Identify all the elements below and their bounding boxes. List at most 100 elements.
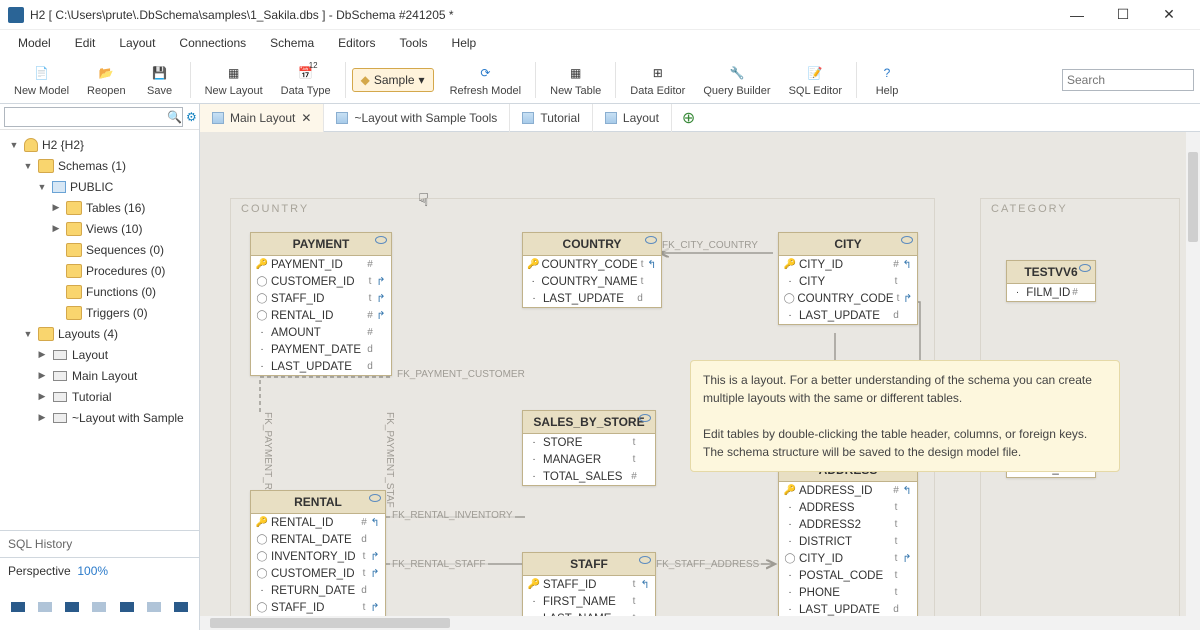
eye-icon[interactable] xyxy=(1079,264,1091,272)
tab-layout[interactable]: Layout xyxy=(593,104,672,132)
tree-tables[interactable]: ▶Tables (16) xyxy=(0,197,199,218)
eye-icon[interactable] xyxy=(369,494,381,502)
data-editor-button[interactable]: ⊞Data Editor xyxy=(622,61,693,99)
table-column[interactable]: ·MANAGERt xyxy=(523,451,655,468)
menu-layout[interactable]: Layout xyxy=(109,32,165,54)
tree-db[interactable]: ▼H2 {H2} xyxy=(0,134,199,155)
table-header[interactable]: RENTAL xyxy=(251,491,385,514)
menu-tools[interactable]: Tools xyxy=(390,32,438,54)
table-payment[interactable]: PAYMENT🔑PAYMENT_ID#◯CUSTOMER_IDt↱◯STAFF_… xyxy=(250,232,392,376)
table-column[interactable]: ·POSTAL_CODEt xyxy=(779,567,917,584)
table-sales-by-store[interactable]: SALES_BY_STORE·STOREt·MANAGERt·TOTAL_SAL… xyxy=(522,410,656,486)
tree-layout-item[interactable]: ▶~Layout with Sample xyxy=(0,407,199,428)
table-column[interactable]: ◯CUSTOMER_IDt↱ xyxy=(251,273,391,290)
search-input[interactable] xyxy=(1062,69,1194,91)
table-column[interactable]: ·LAST_UPDATEd xyxy=(251,358,391,375)
table-column[interactable]: 🔑STAFF_IDt↰ xyxy=(523,576,655,593)
save-button[interactable]: 💾Save xyxy=(136,61,184,99)
eye-icon[interactable] xyxy=(901,236,913,244)
menu-editors[interactable]: Editors xyxy=(328,32,385,54)
sql-history-panel[interactable]: SQL History xyxy=(0,530,199,557)
table-column[interactable]: ·RETURN_DATEd xyxy=(251,582,385,599)
table-column[interactable]: ·AMOUNT# xyxy=(251,324,391,341)
table-header[interactable]: STAFF xyxy=(523,553,655,576)
table-header[interactable]: COUNTRY xyxy=(523,233,661,256)
table-column[interactable]: ◯STAFF_IDt↱ xyxy=(251,290,391,307)
table-column[interactable]: ·PAYMENT_DATEd xyxy=(251,341,391,358)
maximize-button[interactable]: ☐ xyxy=(1100,0,1146,30)
table-column[interactable]: 🔑RENTAL_ID#↰ xyxy=(251,514,385,531)
table-testvv6[interactable]: TESTVV6·FILM_ID# xyxy=(1006,260,1096,302)
table-header[interactable]: TESTVV6 xyxy=(1007,261,1095,284)
add-tab-button[interactable]: ⊕ xyxy=(672,108,705,128)
table-column[interactable]: ◯STAFF_IDt↱ xyxy=(251,599,385,616)
vertical-scrollbar[interactable] xyxy=(1186,132,1200,630)
table-column[interactable]: ·LAST_UPDATEd xyxy=(523,290,661,307)
query-builder-button[interactable]: 🔧Query Builder xyxy=(695,61,778,99)
table-city[interactable]: CITY🔑CITY_ID#↰·CITYt◯COUNTRY_CODEt↱·LAST… xyxy=(778,232,918,325)
horizontal-scrollbar[interactable] xyxy=(200,616,1186,630)
tab-tutorial[interactable]: Tutorial xyxy=(510,104,593,132)
table-column[interactable]: ◯CUSTOMER_IDt↱ xyxy=(251,565,385,582)
new-table-button[interactable]: ▦New Table xyxy=(542,61,609,99)
minimap[interactable] xyxy=(0,584,199,630)
eye-icon[interactable] xyxy=(639,414,651,422)
tree-sequences[interactable]: Sequences (0) xyxy=(0,239,199,260)
table-column[interactable]: ·CITYt xyxy=(779,273,917,290)
refresh-model-button[interactable]: ⟳Refresh Model xyxy=(442,61,530,99)
table-address[interactable]: ADDRESS🔑ADDRESS_ID#↰·ADDRESSt·ADDRESS2t·… xyxy=(778,458,918,619)
tree-layout-item[interactable]: ▶Tutorial xyxy=(0,386,199,407)
menu-edit[interactable]: Edit xyxy=(65,32,106,54)
tree-functions[interactable]: Functions (0) xyxy=(0,281,199,302)
tab-main-layout[interactable]: Main Layout✕ xyxy=(200,104,324,132)
menu-help[interactable]: Help xyxy=(442,32,487,54)
diagram-canvas[interactable]: COUNTRY CATEGORY FK_CITY_COUNTRY FK_PAYM… xyxy=(200,132,1200,630)
table-column[interactable]: ·FIRST_NAMEt xyxy=(523,593,655,610)
table-column[interactable]: ·ADDRESSt xyxy=(779,499,917,516)
tree-layouts[interactable]: ▼Layouts (4) xyxy=(0,323,199,344)
reopen-button[interactable]: 📂Reopen xyxy=(79,61,134,99)
close-button[interactable]: ✕ xyxy=(1146,0,1192,30)
table-header[interactable]: SALES_BY_STORE xyxy=(523,411,655,434)
table-column[interactable]: ·TOTAL_SALES# xyxy=(523,468,655,485)
table-header[interactable]: CITY xyxy=(779,233,917,256)
menu-connections[interactable]: Connections xyxy=(169,32,256,54)
object-tree[interactable]: ▼H2 {H2} ▼Schemas (1) ▼PUBLIC ▶Tables (1… xyxy=(0,130,199,530)
gear-icon[interactable]: ⚙ xyxy=(186,110,197,124)
table-column[interactable]: 🔑PAYMENT_ID# xyxy=(251,256,391,273)
data-type-button[interactable]: 📅12Data Type xyxy=(273,61,339,99)
table-column[interactable]: 🔑ADDRESS_ID#↰ xyxy=(779,482,917,499)
eye-icon[interactable] xyxy=(639,556,651,564)
help-button[interactable]: ?Help xyxy=(863,61,911,99)
table-header[interactable]: PAYMENT xyxy=(251,233,391,256)
close-icon[interactable]: ✕ xyxy=(301,111,311,125)
table-column[interactable]: ◯COUNTRY_CODEt↱ xyxy=(779,290,917,307)
table-column[interactable]: ◯RENTAL_ID#↱ xyxy=(251,307,391,324)
tree-procedures[interactable]: Procedures (0) xyxy=(0,260,199,281)
tree-search-input[interactable] xyxy=(4,107,183,127)
tree-triggers[interactable]: Triggers (0) xyxy=(0,302,199,323)
table-column[interactable]: ·PHONEt xyxy=(779,584,917,601)
table-rental[interactable]: RENTAL🔑RENTAL_ID#↰◯RENTAL_DATEd◯INVENTOR… xyxy=(250,490,386,630)
sample-dropdown[interactable]: ◆Sample▾ xyxy=(352,68,434,92)
minimize-button[interactable]: — xyxy=(1054,0,1100,30)
table-column[interactable]: ◯CITY_IDt↱ xyxy=(779,550,917,567)
tree-public[interactable]: ▼PUBLIC xyxy=(0,176,199,197)
table-column[interactable]: ◯INVENTORY_IDt↱ xyxy=(251,548,385,565)
eye-icon[interactable] xyxy=(375,236,387,244)
table-column[interactable]: ·STOREt xyxy=(523,434,655,451)
tab-sample-tools[interactable]: ~Layout with Sample Tools xyxy=(324,104,510,132)
table-column[interactable]: ·FILM_ID# xyxy=(1007,284,1095,301)
menu-model[interactable]: Model xyxy=(8,32,61,54)
tree-views[interactable]: ▶Views (10) xyxy=(0,218,199,239)
menu-schema[interactable]: Schema xyxy=(260,32,324,54)
eye-icon[interactable] xyxy=(645,236,657,244)
table-country[interactable]: COUNTRY🔑COUNTRY_CODEt↰·COUNTRY_NAMEt·LAS… xyxy=(522,232,662,308)
table-column[interactable]: ·ADDRESS2t xyxy=(779,516,917,533)
new-layout-button[interactable]: ▦New Layout xyxy=(197,61,271,99)
table-column[interactable]: ◯RENTAL_DATEd xyxy=(251,531,385,548)
table-column[interactable]: 🔑COUNTRY_CODEt↰ xyxy=(523,256,661,273)
new-model-button[interactable]: 📄New Model xyxy=(6,61,77,99)
table-column[interactable]: ·COUNTRY_NAMEt xyxy=(523,273,661,290)
table-column[interactable]: ·DISTRICTt xyxy=(779,533,917,550)
